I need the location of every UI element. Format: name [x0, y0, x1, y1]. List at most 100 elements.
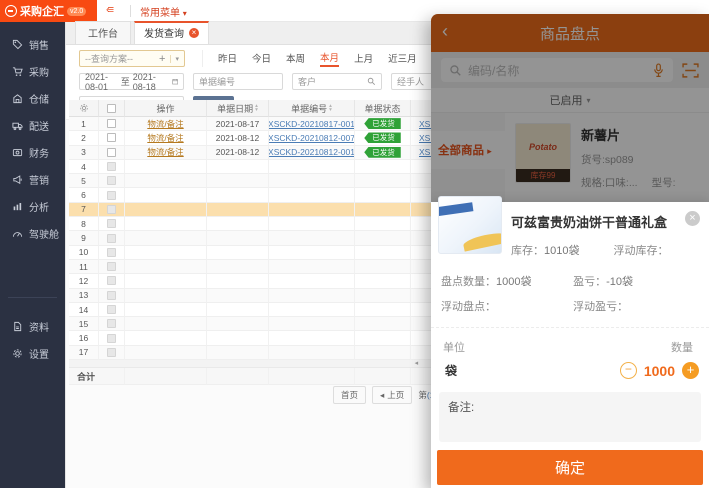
date-range-input[interactable]: 2021-08-01 至 2021-08-18	[79, 73, 184, 90]
logo-icon	[5, 5, 17, 17]
sidebar-item-warehouse[interactable]: 仓储	[0, 85, 65, 112]
quantity-stepper: − 1000 +	[620, 362, 699, 379]
row-checkbox[interactable]	[107, 219, 116, 228]
sort-icon[interactable]: ▴▾	[329, 104, 332, 112]
row-checkbox[interactable]	[107, 248, 116, 257]
doc-no-input[interactable]: 单据编号	[193, 73, 283, 90]
confirm-button[interactable]: 确定	[437, 450, 703, 485]
first-page-button[interactable]: 首页	[333, 386, 366, 404]
marketing-icon	[12, 174, 23, 185]
row-checkbox[interactable]	[107, 305, 116, 314]
row-checkbox[interactable]	[107, 205, 116, 214]
range-today[interactable]: 今日	[252, 51, 271, 66]
chevron-down-icon: ▾	[183, 9, 187, 18]
sidebar-item-marketing[interactable]: 营销	[0, 166, 65, 193]
common-menu-label: 常用菜单	[140, 8, 180, 19]
row-checkbox[interactable]	[107, 234, 116, 243]
chevron-down-icon[interactable]: ▾	[170, 55, 179, 63]
chevron-left-icon: ◂	[380, 390, 384, 401]
remark-input[interactable]: 备注:	[439, 392, 701, 442]
plus-button[interactable]: +	[682, 362, 699, 379]
customer-input[interactable]: 客户	[292, 73, 382, 90]
doc-no-link[interactable]: XSCKD-20210812-001	[269, 147, 355, 157]
add-scheme-icon[interactable]: +	[159, 53, 165, 65]
sidebar-bottom-group: 资料 设置	[0, 304, 65, 367]
close-icon[interactable]: ×	[189, 28, 199, 38]
row-checkbox[interactable]	[107, 148, 116, 157]
calendar-icon	[172, 77, 178, 86]
warehouse-icon	[12, 93, 23, 104]
col-action: 操作	[125, 100, 207, 117]
sidebar-item-delivery[interactable]: 配送	[0, 112, 65, 139]
logistics-remark-link[interactable]: 物流/备注	[147, 146, 183, 158]
col-doc-date[interactable]: 单据日期 ▴▾	[207, 100, 269, 117]
topbar-divider	[130, 5, 131, 17]
minus-button[interactable]: −	[620, 362, 637, 379]
unit-value: 袋	[445, 362, 457, 379]
checkbox-icon[interactable]	[107, 104, 116, 113]
tab-shipping-query[interactable]: 发货查询 ×	[134, 21, 209, 44]
range-this-week[interactable]: 本周	[286, 51, 305, 66]
quantity-value[interactable]: 1000	[644, 363, 675, 379]
row-checkbox[interactable]	[107, 334, 116, 343]
sidebar: 销售 采购 仓储 配送 财务 营销	[0, 22, 65, 488]
status-badge: 已发货	[364, 118, 401, 129]
row-checkbox[interactable]	[107, 319, 116, 328]
query-scheme-select[interactable]: --查询方案-- + ▾	[79, 50, 185, 67]
profit-loss-field: 盈亏：-10袋	[573, 273, 699, 289]
row-checkbox[interactable]	[107, 162, 116, 171]
prev-page-button[interactable]: ◂ 上页	[372, 386, 412, 404]
tab-workbench[interactable]: 工作台	[75, 21, 131, 44]
sidebar-item-analytics[interactable]: 分析	[0, 193, 65, 220]
row-checkbox[interactable]	[107, 176, 116, 185]
finance-icon	[12, 147, 23, 158]
settings-icon	[12, 348, 23, 359]
doc-no-link[interactable]: XSCKD-20210817-001	[269, 119, 355, 129]
brand-name: 采购企汇	[20, 3, 64, 19]
logistics-remark-link[interactable]: 物流/备注	[147, 132, 183, 144]
row-checkbox[interactable]	[107, 276, 116, 285]
sidebar-item-settings[interactable]: 设置	[0, 340, 65, 367]
sidebar-main-group: 销售 采购 仓储 配送 财务 营销	[0, 22, 65, 247]
common-menu-dropdown[interactable]: 常用菜单 ▾	[140, 4, 187, 19]
sidebar-item-data[interactable]: 资料	[0, 313, 65, 340]
row-checkbox[interactable]	[107, 348, 116, 357]
row-checkbox[interactable]	[107, 119, 116, 128]
quick-date-links: 昨日 今日 本周 本月 上月 近三月 本年	[202, 50, 451, 67]
close-icon[interactable]: ×	[685, 211, 700, 226]
status-badge: 已发货	[364, 147, 401, 158]
sort-icon[interactable]: ▴▾	[255, 104, 258, 112]
range-last-3-months[interactable]: 近三月	[388, 51, 417, 66]
column-settings-cell[interactable]	[69, 100, 99, 117]
logistics-remark-link[interactable]: 物流/备注	[147, 118, 183, 130]
float-stock-field: 浮动库存：	[613, 242, 668, 258]
select-all-cell[interactable]	[99, 100, 125, 117]
float-count-field: 浮动盘点：	[441, 298, 573, 314]
screenshot-root: 采购企汇 v2.0 ‹≡ 常用菜单 ▾ 销售 采购 仓储	[0, 0, 709, 488]
range-this-month[interactable]: 本月	[320, 50, 339, 67]
sidebar-item-sales[interactable]: 销售	[0, 31, 65, 58]
col-doc-no[interactable]: 单据编号 ▴▾	[269, 100, 355, 117]
row-checkbox[interactable]	[107, 291, 116, 300]
modal-header: 可兹富贵奶油饼干普通礼盒 ×	[431, 202, 709, 231]
row-checkbox[interactable]	[107, 191, 116, 200]
truck-icon	[12, 120, 23, 131]
sidebar-collapse-icon[interactable]: ‹≡	[106, 4, 112, 16]
sidebar-item-cockpit[interactable]: 驾驶舱	[0, 220, 65, 247]
version-badge: v2.0	[67, 7, 86, 16]
col-doc-status: 单据状态	[355, 100, 411, 117]
sidebar-item-finance[interactable]: 财务	[0, 139, 65, 166]
row-checkbox[interactable]	[107, 133, 116, 142]
tag-icon	[12, 39, 23, 50]
row-checkbox[interactable]	[107, 262, 116, 271]
range-last-month[interactable]: 上月	[354, 51, 373, 66]
doc-no-link[interactable]: XSCKD-20210812-007	[269, 133, 355, 143]
modal-product-image	[438, 196, 502, 254]
range-yesterday[interactable]: 昨日	[218, 51, 237, 66]
sidebar-item-purchasing[interactable]: 采购	[0, 58, 65, 85]
app-logo[interactable]: 采购企汇 v2.0	[0, 0, 97, 22]
scroll-left-icon[interactable]: ◂	[415, 360, 419, 368]
search-icon	[367, 77, 376, 86]
float-profit-field: 浮动盈亏：	[573, 298, 699, 314]
phone-app: ‹ 商品盘点 编码/名称 已启用 ▾ 全部商品 ▸ 云商品...	[431, 14, 709, 488]
